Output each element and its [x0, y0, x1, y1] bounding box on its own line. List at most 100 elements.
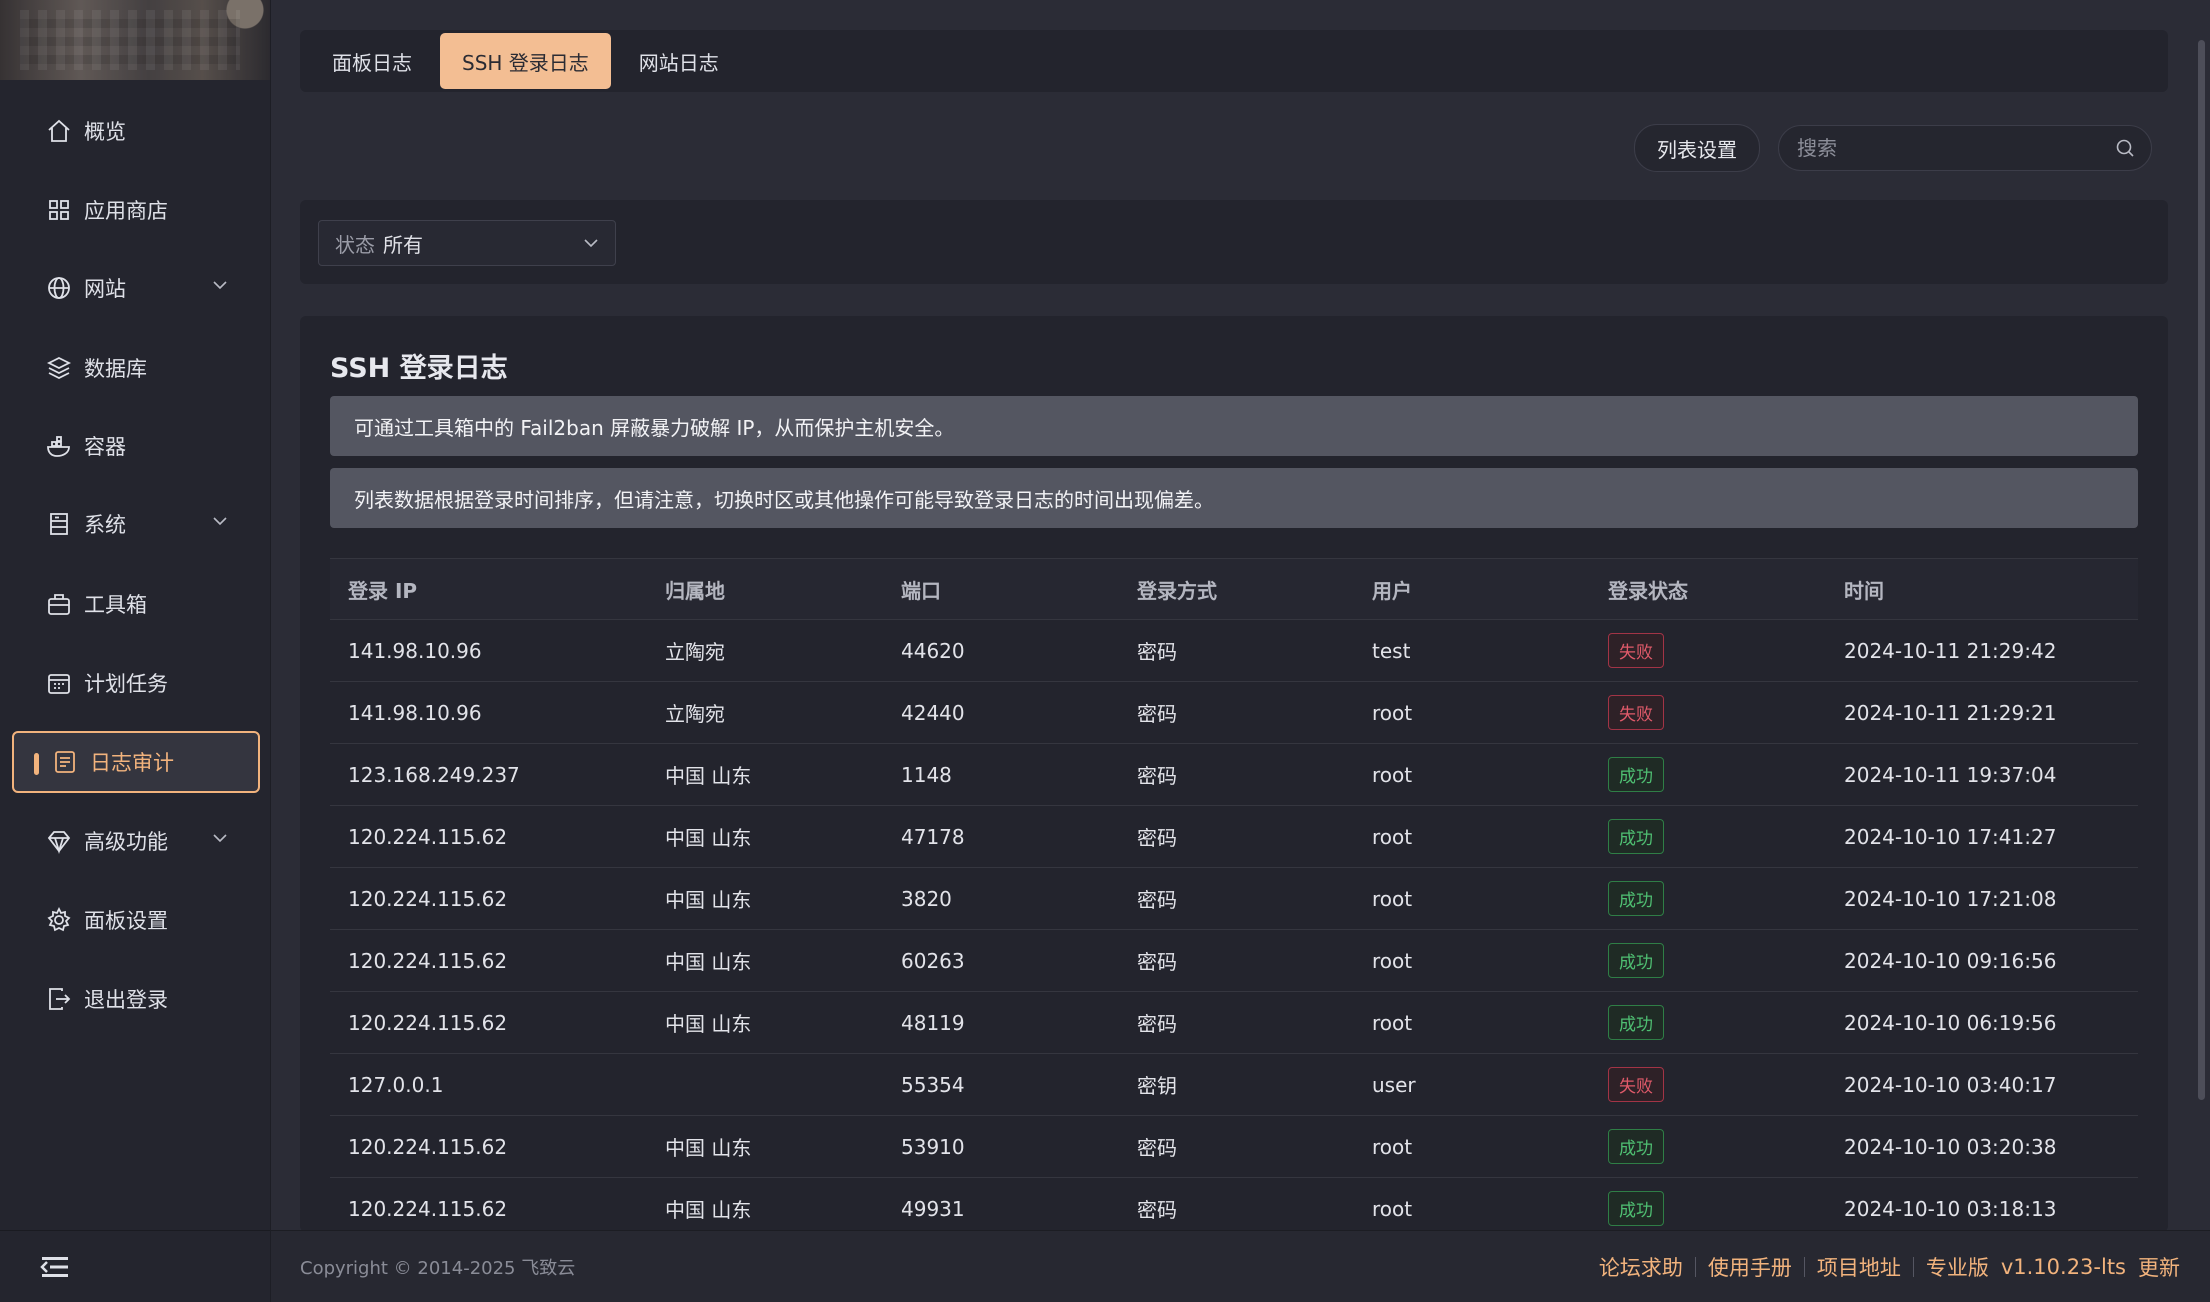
user-cell: root	[1372, 700, 1413, 725]
search-icon[interactable]	[2115, 138, 2135, 158]
logo-image	[20, 10, 240, 70]
sidebar-item-11[interactable]: 面板设置	[12, 889, 260, 951]
table-row: 120.224.115.62 中国 山东 48119 密码 root 成功 2024-10-…	[330, 992, 2138, 1054]
sidebar-collapse-button[interactable]	[0, 1230, 270, 1302]
sidebar-item-8[interactable]: 计划任务	[12, 652, 260, 714]
toolbar: 列表设置	[1634, 124, 2152, 172]
column-header: 端口	[901, 578, 941, 603]
globe-icon	[44, 273, 74, 303]
login-method-cell: 密码	[1137, 1012, 1177, 1036]
sidebar-item-7[interactable]: 工具箱	[12, 573, 260, 635]
sidebar-item-12[interactable]: 退出登录	[12, 968, 260, 1030]
edition-label[interactable]: 专业版	[1926, 1252, 1989, 1282]
login-status-cell: 失败	[1590, 633, 1826, 668]
login-time-cell: 2024-10-10 03:18:13	[1844, 1196, 2057, 1221]
status-badge: 成功	[1608, 1129, 1664, 1164]
column-header: 登录 IP	[348, 578, 418, 603]
user-manual-link[interactable]: 使用手册	[1708, 1252, 1792, 1282]
logout-icon	[44, 984, 74, 1014]
port-cell: 47178	[901, 824, 965, 849]
location-cell: 中国 山东	[665, 826, 752, 850]
column-header: 归属地	[665, 578, 725, 603]
location-cell: 立陶宛	[665, 702, 725, 726]
port-cell: 55354	[901, 1072, 965, 1097]
tab-3[interactable]: 网站日志	[617, 33, 741, 89]
login-time-cell: 2024-10-11 21:29:21	[1844, 700, 2057, 725]
divider	[1694, 1256, 1696, 1277]
forum-help-link[interactable]: 论坛求助	[1599, 1252, 1683, 1282]
status-select-label: 状态	[335, 232, 375, 257]
login-method-cell: 密码	[1137, 640, 1177, 664]
status-badge: 失败	[1608, 695, 1664, 730]
page-scrollbar[interactable]	[2196, 0, 2206, 1230]
login-status-cell: 成功	[1590, 881, 1826, 916]
sidebar-item-3[interactable]: 网站	[12, 257, 260, 319]
user-cell: user	[1372, 1072, 1416, 1097]
user-cell: test	[1372, 638, 1411, 663]
sidebar-item-label: 数据库	[84, 357, 147, 381]
column-header: 用户	[1372, 578, 1412, 603]
login-ip-cell: 141.98.10.96	[348, 700, 482, 725]
sidebar-item-label: 应用商店	[84, 199, 168, 223]
sidebar-item-9[interactable]: 日志审计	[12, 731, 260, 793]
sidebar-item-1[interactable]: 概览	[12, 100, 260, 162]
sidebar-item-label: 网站	[84, 277, 126, 301]
status-select[interactable]: 状态 所有	[318, 220, 616, 266]
table-row: 120.224.115.62 中国 山东 53910 密码 root 成功 2024-10-…	[330, 1116, 2138, 1178]
location-cell: 中国 山东	[665, 950, 752, 974]
layers-icon	[44, 353, 74, 383]
location-cell: 立陶宛	[665, 640, 725, 664]
calendar-icon	[44, 668, 74, 698]
table-row: 127.0.0.1 55354 密钥 user 失败 2024-10-10 03:40:1…	[330, 1054, 2138, 1116]
status-badge: 成功	[1608, 1191, 1664, 1226]
table-row: 120.224.115.62 中国 山东 49931 密码 root 成功 2024-10-…	[330, 1178, 2138, 1232]
footer-links: 论坛求助 使用手册 项目地址 专业版 v1.10.23-lts 更新	[1599, 1252, 2180, 1282]
port-cell: 48119	[901, 1010, 965, 1035]
chevron-down-icon	[213, 517, 227, 526]
copyright-text: Copyright © 2014-2025 飞致云	[300, 1257, 576, 1279]
list-settings-button[interactable]: 列表设置	[1634, 124, 1760, 172]
status-select-value: 所有	[383, 232, 423, 257]
login-status-cell: 成功	[1590, 1191, 1826, 1226]
location-cell: 中国 山东	[665, 764, 752, 788]
column-header: 时间	[1844, 578, 1884, 603]
sidebar-item-2[interactable]: 应用商店	[12, 179, 260, 241]
logo[interactable]	[0, 0, 270, 80]
tab-2[interactable]: SSH 登录日志	[440, 33, 611, 89]
sidebar-item-4[interactable]: 数据库	[12, 337, 260, 399]
table-row: 141.98.10.96 立陶宛 42440 密码 root 失败 2024-10-11 2…	[330, 682, 2138, 744]
project-link[interactable]: 项目地址	[1817, 1252, 1901, 1282]
scrollbar-thumb[interactable]	[2198, 40, 2205, 1100]
login-ip-cell: 120.224.115.62	[348, 824, 508, 849]
search-input[interactable]	[1795, 135, 2115, 161]
table-header: 登录 IP 归属地 端口 登录方式 用户 登录状态 时间	[330, 558, 2138, 620]
grid-icon	[44, 195, 74, 225]
tab-1[interactable]: 面板日志	[310, 33, 434, 89]
status-badge: 成功	[1608, 881, 1664, 916]
table-row: 141.98.10.96 立陶宛 44620 密码 test 失败 2024-10-11 2…	[330, 620, 2138, 682]
port-cell: 60263	[901, 948, 965, 973]
sidebar-item-10[interactable]: 高级功能	[12, 810, 260, 872]
status-badge: 成功	[1608, 1005, 1664, 1040]
card-title: SSH 登录日志	[330, 353, 508, 384]
login-method-cell: 密码	[1137, 888, 1177, 912]
ssh-log-card: SSH 登录日志 可通过工具箱中的 Fail2ban 屏蔽暴力破解 IP，从而保…	[300, 316, 2168, 1232]
login-ip-cell: 120.224.115.62	[348, 886, 508, 911]
sidebar-item-6[interactable]: 系统	[12, 493, 260, 555]
table-row: 120.224.115.62 中国 山东 3820 密码 root 成功 2024-10-1…	[330, 868, 2138, 930]
login-ip-cell: 123.168.249.237	[348, 762, 520, 787]
sidebar-item-label: 工具箱	[84, 593, 147, 617]
active-indicator	[34, 753, 39, 775]
login-time-cell: 2024-10-11 21:29:42	[1844, 638, 2057, 663]
sidebar-item-label: 系统	[84, 513, 126, 537]
user-cell: root	[1372, 1196, 1413, 1221]
update-link[interactable]: 更新	[2138, 1252, 2180, 1282]
login-method-cell: 密码	[1137, 1198, 1177, 1222]
status-badge: 失败	[1608, 1067, 1664, 1102]
login-ip-cell: 120.224.115.62	[348, 1196, 508, 1221]
status-badge: 成功	[1608, 819, 1664, 854]
sidebar-item-label: 计划任务	[84, 672, 168, 696]
login-time-cell: 2024-10-11 19:37:04	[1844, 762, 2057, 787]
notice-timezone: 列表数据根据登录时间排序，但请注意，切换时区或其他操作可能导致登录日志的时间出现…	[330, 468, 2138, 528]
sidebar-item-5[interactable]: 容器	[12, 415, 260, 477]
